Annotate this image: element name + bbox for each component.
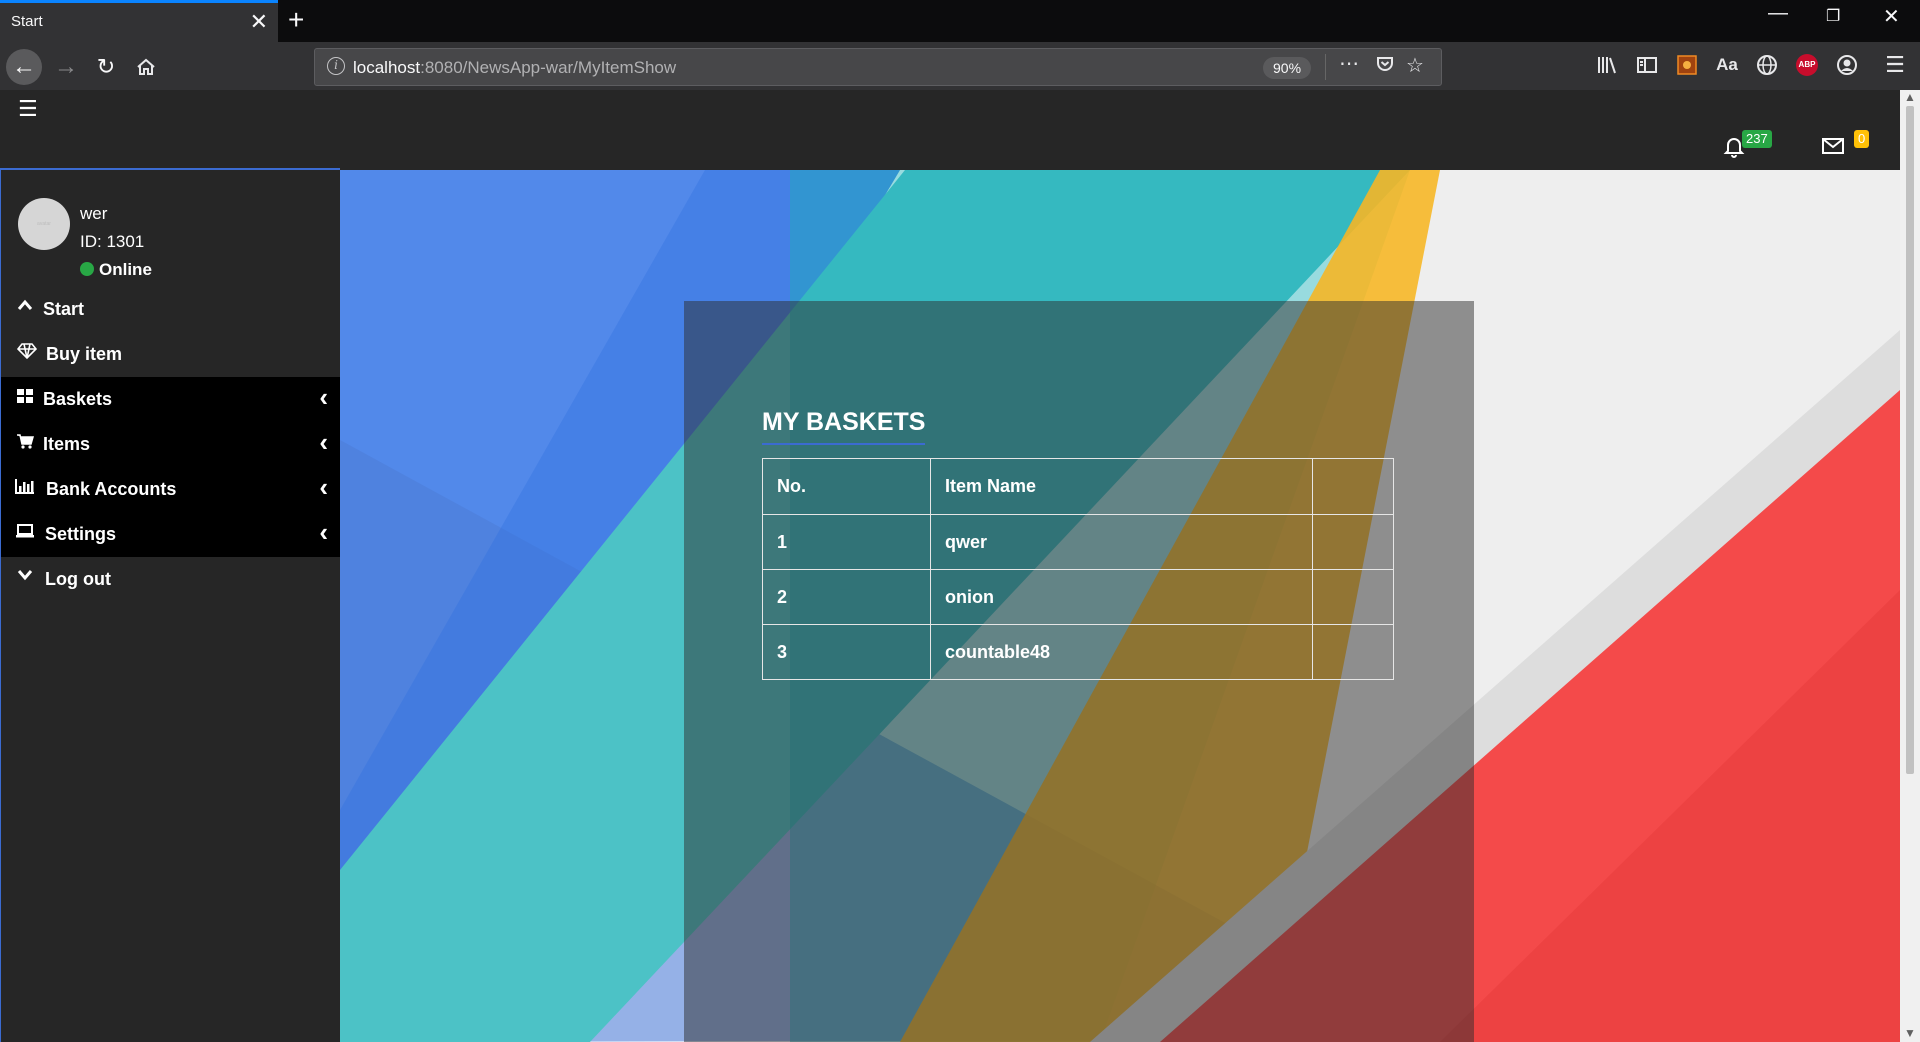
user-status: Online [80, 260, 152, 280]
browser-tab-strip: Start ✕ + — ❐ ✕ [0, 0, 1920, 42]
sidebar-item-buy-item[interactable]: Buy item [1, 332, 340, 377]
cell-item-name: countable48 [930, 624, 1313, 680]
sidebar-item-baskets[interactable]: Baskets ‹ [1, 377, 340, 422]
user-name: wer [80, 204, 108, 223]
url-path: :8080/NewsApp-war/MyItemShow [420, 58, 677, 77]
sidebar-item-label: Start [43, 299, 85, 319]
bar-chart-icon [14, 478, 36, 499]
chevron-left-icon: ‹ [319, 472, 328, 502]
laptop-icon [14, 523, 36, 544]
sidebar: avatar wer ID: 1301 Online Start Buy ite… [0, 168, 340, 1042]
adblock-icon[interactable]: ABP [1796, 54, 1818, 76]
account-icon[interactable] [1832, 50, 1862, 80]
menu-icon[interactable]: ☰ [1880, 50, 1910, 80]
globe-icon[interactable] [1752, 50, 1782, 80]
more-icon[interactable]: ⋯ [1339, 51, 1359, 76]
avatar: avatar [18, 198, 70, 250]
cart-icon [14, 433, 36, 454]
hamburger-menu-icon[interactable]: ☰ [18, 96, 38, 122]
user-id: ID: 1301 [80, 232, 145, 251]
table-row: 1 qwer [762, 514, 1394, 570]
cell-actions [1312, 569, 1394, 625]
reload-icon: ↻ [96, 54, 116, 79]
sidebar-item-settings[interactable]: Settings ‹ [1, 512, 340, 557]
cell-no: 2 [762, 569, 931, 625]
sidebar-icon[interactable] [1632, 50, 1662, 80]
mail-icon[interactable] [1822, 138, 1844, 154]
cell-item-name: qwer [930, 514, 1313, 570]
browser-tab[interactable]: Start ✕ [0, 0, 278, 42]
top-navbar: ☰ 237 0 [0, 90, 1900, 170]
scroll-down-icon[interactable]: ▼ [1904, 1026, 1916, 1040]
sidebar-item-label: Items [43, 434, 91, 454]
notifications-badge: 237 [1742, 130, 1772, 148]
cell-actions [1312, 514, 1394, 570]
column-header-item-name: Item Name [930, 458, 1313, 515]
sidebar-item-items[interactable]: Items ‹ [1, 422, 340, 467]
messages-badge: 0 [1854, 130, 1870, 148]
table-header-row: No. Item Name [762, 458, 1394, 515]
window-close-icon[interactable]: ✕ [1883, 4, 1900, 29]
sidebar-item-label: Bank Accounts [46, 479, 177, 499]
sidebar-item-label: Log out [45, 569, 111, 589]
home-icon [137, 58, 155, 75]
close-tab-icon[interactable]: ✕ [250, 9, 268, 35]
forward-button[interactable]: → [48, 49, 84, 85]
cell-actions [1312, 624, 1394, 680]
forward-icon: → [54, 53, 78, 80]
pocket-icon[interactable] [1375, 54, 1395, 80]
sidebar-item-log-out[interactable]: Log out [1, 557, 340, 602]
browser-toolbar: ← → ↻ i localhost:8080/NewsApp-war/MyIte… [0, 42, 1920, 90]
sidebar-item-start[interactable]: Start [1, 287, 340, 332]
sidebar-item-label: Buy item [46, 344, 123, 364]
diamond-icon [16, 343, 38, 364]
scroll-up-icon[interactable]: ▲ [1904, 90, 1916, 104]
home-button[interactable] [128, 49, 164, 85]
web-page: ☰ 237 0 avatar wer ID: 1301 Online Start… [0, 90, 1900, 1042]
cell-no: 1 [762, 514, 931, 570]
url-bar[interactable]: i localhost:8080/NewsApp-war/MyItemShow … [314, 48, 1442, 86]
tab-title: Start [11, 13, 43, 30]
table-row: 2 onion [762, 569, 1394, 625]
page-title: MY BASKETS [762, 408, 926, 445]
page-scrollbar[interactable]: ▲ ▼ [1900, 90, 1920, 1042]
restore-icon[interactable]: ❐ [1826, 6, 1840, 26]
extension-icon[interactable] [1672, 50, 1702, 80]
sidebar-item-label: Settings [45, 524, 117, 544]
reload-button[interactable]: ↻ [88, 49, 124, 85]
scrollbar-thumb[interactable] [1906, 106, 1914, 774]
status-text: Online [99, 260, 152, 279]
cell-no: 3 [762, 624, 931, 680]
sidebar-item-bank-accounts[interactable]: Bank Accounts ‹ [1, 467, 340, 512]
chevron-up-icon [14, 298, 36, 316]
online-status-icon [80, 262, 94, 276]
baskets-table: No. Item Name 1 qwer 2 onion 3 countable… [762, 458, 1394, 680]
column-header-no: No. [762, 458, 931, 515]
chevron-down-icon [14, 568, 36, 586]
column-header-actions [1312, 458, 1394, 515]
url-text[interactable]: localhost:8080/NewsApp-war/MyItemShow [353, 58, 676, 78]
zoom-indicator[interactable]: 90% [1263, 57, 1312, 79]
library-icon[interactable] [1592, 50, 1622, 80]
new-tab-button[interactable]: + [288, 3, 304, 37]
back-button[interactable]: ← [6, 49, 42, 85]
chevron-left-icon: ‹ [319, 382, 328, 412]
back-icon: ← [12, 53, 36, 80]
bookmark-star-icon[interactable]: ☆ [1406, 53, 1424, 78]
url-host: localhost [353, 58, 421, 77]
reader-icon[interactable]: Aa [1712, 50, 1742, 80]
sidebar-item-label: Baskets [43, 389, 113, 409]
chevron-left-icon: ‹ [319, 517, 328, 547]
url-separator [1325, 54, 1326, 80]
table-row: 3 countable48 [762, 624, 1394, 680]
chevron-left-icon: ‹ [319, 427, 328, 457]
grid-icon [14, 388, 36, 409]
minimize-icon[interactable]: — [1768, 2, 1788, 25]
cell-item-name: onion [930, 569, 1313, 625]
info-icon[interactable]: i [327, 57, 345, 75]
baskets-card: MY BASKETS No. Item Name 1 qwer 2 onion [684, 301, 1474, 1042]
